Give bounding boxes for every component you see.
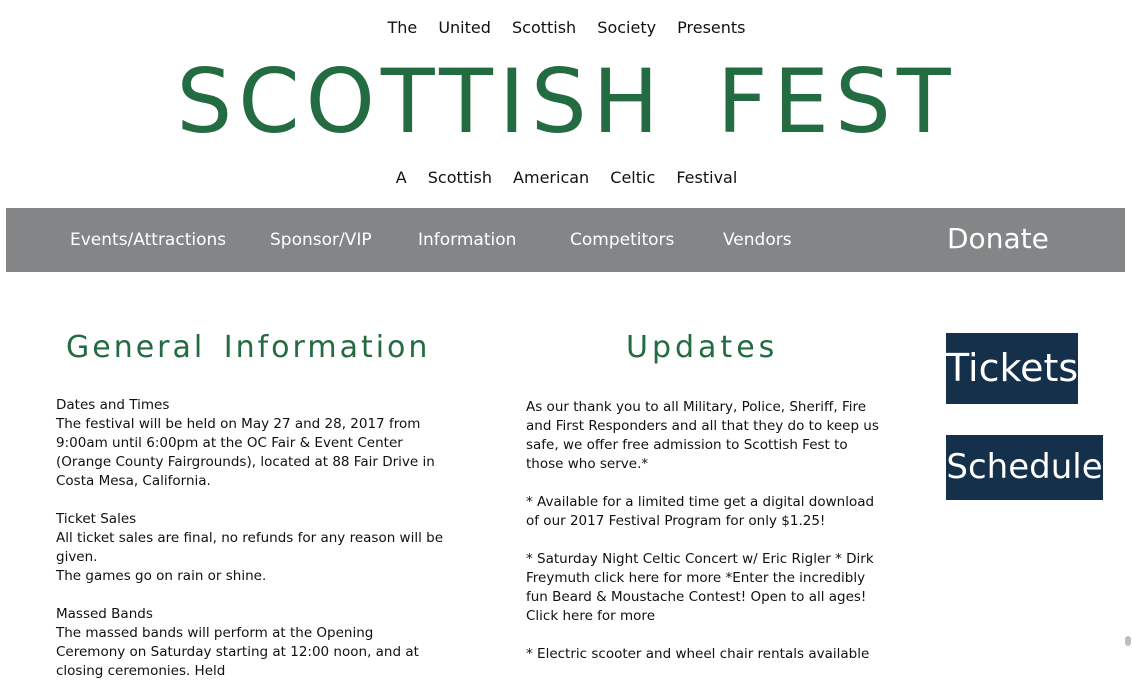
schedule-button[interactable]: Schedule	[946, 435, 1103, 500]
nav-information[interactable]: Information	[418, 230, 516, 250]
rain-or-shine-text: The games go on rain or shine.	[56, 568, 267, 584]
general-information-section: Dates and Times The festival will be hel…	[56, 396, 446, 681]
updates-section: As our thank you to all Military, Police…	[526, 398, 881, 664]
update-concert-link[interactable]: * Saturday Night Celtic Concert w/ Eric …	[526, 550, 881, 626]
update-program-download-link[interactable]: * Available for a limited time get a dig…	[526, 493, 881, 531]
nav-events-attractions[interactable]: Events/Attractions	[70, 230, 226, 250]
tickets-button[interactable]: Tickets	[946, 333, 1078, 404]
update-military-text: As our thank you to all Military, Police…	[526, 399, 879, 472]
updates-heading: Updates	[626, 330, 779, 365]
nav-competitors[interactable]: Competitors	[570, 230, 674, 250]
main-nav: Events/Attractions Sponsor/VIP Informati…	[6, 208, 1125, 272]
dates-text: The festival will be held on May 27 and …	[56, 416, 421, 451]
nav-donate[interactable]: Donate	[947, 222, 1049, 255]
nav-sponsor-vip[interactable]: Sponsor/VIP	[270, 230, 372, 250]
massed-bands-text: The massed bands will perform at the Ope…	[56, 625, 419, 679]
ticket-sales-heading: Ticket Sales	[56, 511, 137, 527]
nav-vendors[interactable]: Vendors	[723, 230, 792, 250]
presenter-line: The United Scottish Society Presents	[387, 18, 746, 37]
scrollbar-thumb[interactable]	[1125, 636, 1131, 646]
dates-location-text: (Orange County Fairgrounds), located at …	[56, 454, 435, 489]
tagline: A Scottish American Celtic Festival	[395, 168, 738, 187]
site-title[interactable]: SCOTTISH FEST	[0, 52, 1133, 152]
general-information-heading: General Information	[66, 330, 431, 365]
ticket-sales-text: All ticket sales are final, no refunds f…	[56, 530, 444, 565]
massed-bands-heading: Massed Bands	[56, 606, 153, 622]
dates-heading: Dates and Times	[56, 397, 170, 413]
